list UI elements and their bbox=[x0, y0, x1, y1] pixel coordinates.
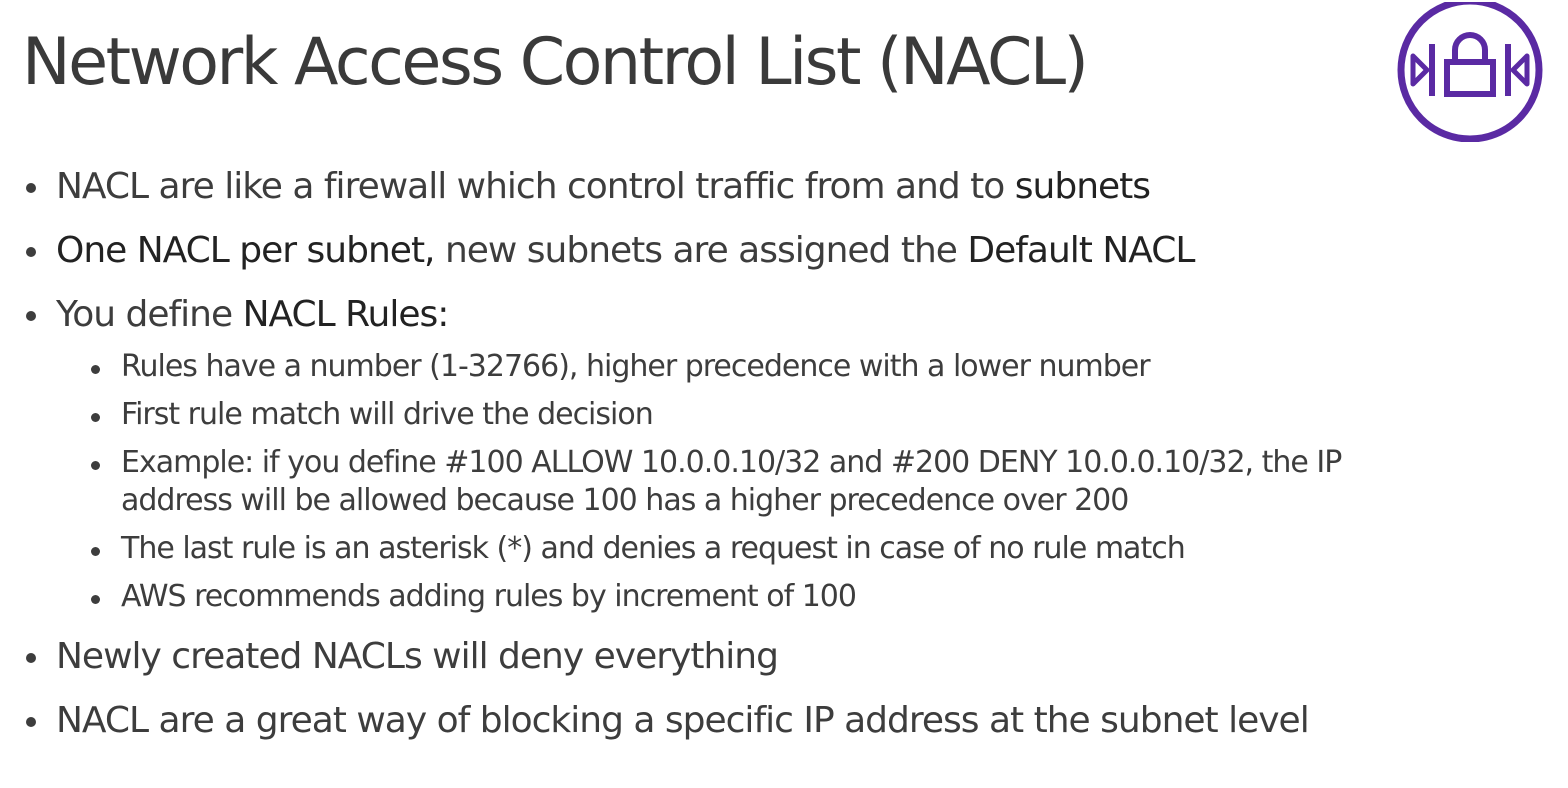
bullet-deny-everything: Newly created NACLs will deny everything bbox=[26, 632, 779, 682]
bullet-text: new subnets are assigned the bbox=[434, 230, 968, 271]
bullet-text: NACL are a great way of blocking a speci… bbox=[56, 700, 1310, 741]
sub-bullet-example: Example: if you define #100 ALLOW 10.0.0… bbox=[91, 444, 1342, 482]
bullet-list: NACL are like a firewall which control t… bbox=[0, 0, 1568, 788]
bullet-dot bbox=[91, 461, 100, 470]
bullet-text: Newly created NACLs will deny everything bbox=[56, 636, 779, 677]
bullet-emphasis-subnets: subnets bbox=[1014, 166, 1151, 207]
bullet-nacl-firewall: NACL are like a firewall which control t… bbox=[26, 162, 1151, 212]
bullet-dot bbox=[26, 247, 36, 257]
bullet-dot bbox=[26, 717, 36, 727]
bullet-emphasis-default-nacl: Default NACL bbox=[967, 230, 1195, 271]
bullet-dot bbox=[91, 547, 100, 556]
bullet-dot bbox=[26, 653, 36, 663]
bullet-block-ip: NACL are a great way of blocking a speci… bbox=[26, 696, 1310, 746]
sub-bullet-example-continuation: address will be allowed because 100 has … bbox=[121, 482, 1129, 520]
bullet-dot bbox=[26, 311, 36, 321]
bullet-define-rules: You define NACL Rules: bbox=[26, 290, 450, 340]
sub-bullet-text: address will be allowed because 100 has … bbox=[121, 483, 1129, 518]
sub-bullet-text: First rule match will drive the decision bbox=[121, 397, 654, 432]
sub-bullet-aws-recommendation: AWS recommends adding rules by increment… bbox=[91, 578, 857, 616]
sub-bullet-rule-number: Rules have a number (1-32766), higher pr… bbox=[91, 348, 1151, 386]
bullet-text: You define bbox=[56, 294, 243, 335]
sub-bullet-asterisk-rule: The last rule is an asterisk (*) and den… bbox=[91, 530, 1186, 568]
bullet-dot bbox=[91, 595, 100, 604]
sub-bullet-text: Example: if you define #100 ALLOW 10.0.0… bbox=[121, 445, 1342, 480]
bullet-emphasis-nacl-rules: NACL Rules: bbox=[242, 294, 450, 335]
bullet-emphasis-one-nacl: One NACL per subnet, bbox=[56, 230, 435, 271]
bullet-text: NACL are like a firewall which control t… bbox=[56, 166, 1015, 207]
bullet-dot bbox=[91, 413, 100, 422]
bullet-dot bbox=[91, 365, 100, 374]
sub-bullet-text: Rules have a number (1-32766), higher pr… bbox=[121, 349, 1151, 384]
bullet-dot bbox=[26, 183, 36, 193]
sub-bullet-text: The last rule is an asterisk (*) and den… bbox=[121, 531, 1186, 566]
sub-bullet-text: AWS recommends adding rules by increment… bbox=[121, 579, 857, 614]
sub-bullet-first-match: First rule match will drive the decision bbox=[91, 396, 654, 434]
bullet-one-nacl-per-subnet: One NACL per subnet, new subnets are ass… bbox=[26, 226, 1195, 276]
